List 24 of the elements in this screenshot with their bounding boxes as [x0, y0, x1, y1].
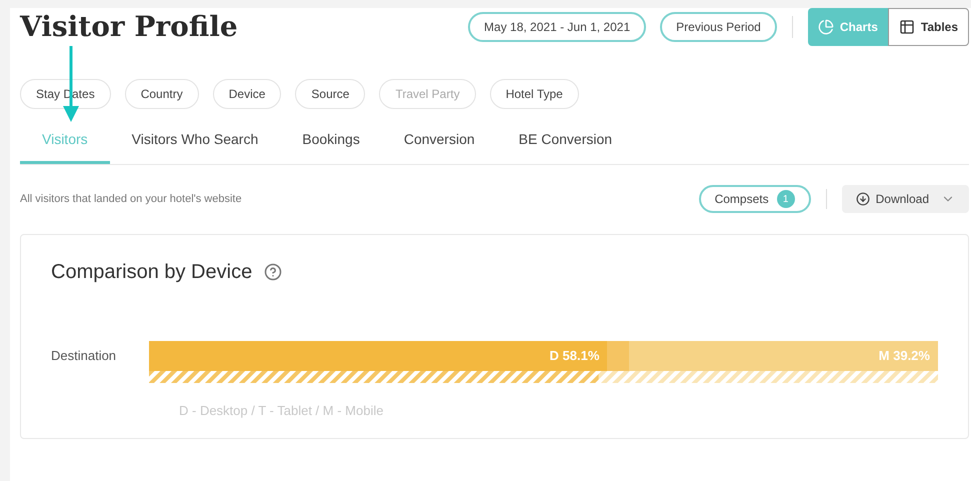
category-label: Destination [51, 347, 118, 365]
help-icon [264, 263, 282, 281]
filter-chip[interactable]: Source [295, 79, 366, 109]
card-title: Comparison by Device [51, 260, 252, 285]
table-icon [898, 19, 915, 35]
download-icon [856, 192, 870, 206]
filter-chip[interactable]: Country [124, 79, 199, 109]
filter-chip[interactable]: Hotel Type [490, 79, 579, 109]
page-title: Visitor Profile [20, 13, 238, 41]
compare-period-button[interactable]: Previous Period [660, 12, 777, 42]
tab[interactable]: Conversion [382, 118, 497, 164]
tab[interactable]: Visitors Who Search [110, 118, 280, 164]
tab[interactable]: BE Conversion [496, 118, 634, 164]
count-badge: 1 [776, 190, 795, 208]
pie-chart-icon [818, 19, 834, 35]
download-button[interactable]: Download [842, 185, 969, 213]
description-text: All visitors that landed on your hotel's website [20, 192, 242, 207]
value-label: M 39.2% [878, 347, 930, 366]
value-label: D 58.1% [550, 347, 600, 366]
date-range-button[interactable]: May 18, 2021 - Jun 1, 2021 [468, 12, 646, 42]
tab[interactable]: Bookings [280, 118, 382, 164]
compsets-button[interactable]: Compsets 1 [698, 185, 811, 213]
view-toggle-button[interactable]: Tables [888, 8, 969, 46]
filter-chip[interactable]: Device [212, 79, 282, 109]
